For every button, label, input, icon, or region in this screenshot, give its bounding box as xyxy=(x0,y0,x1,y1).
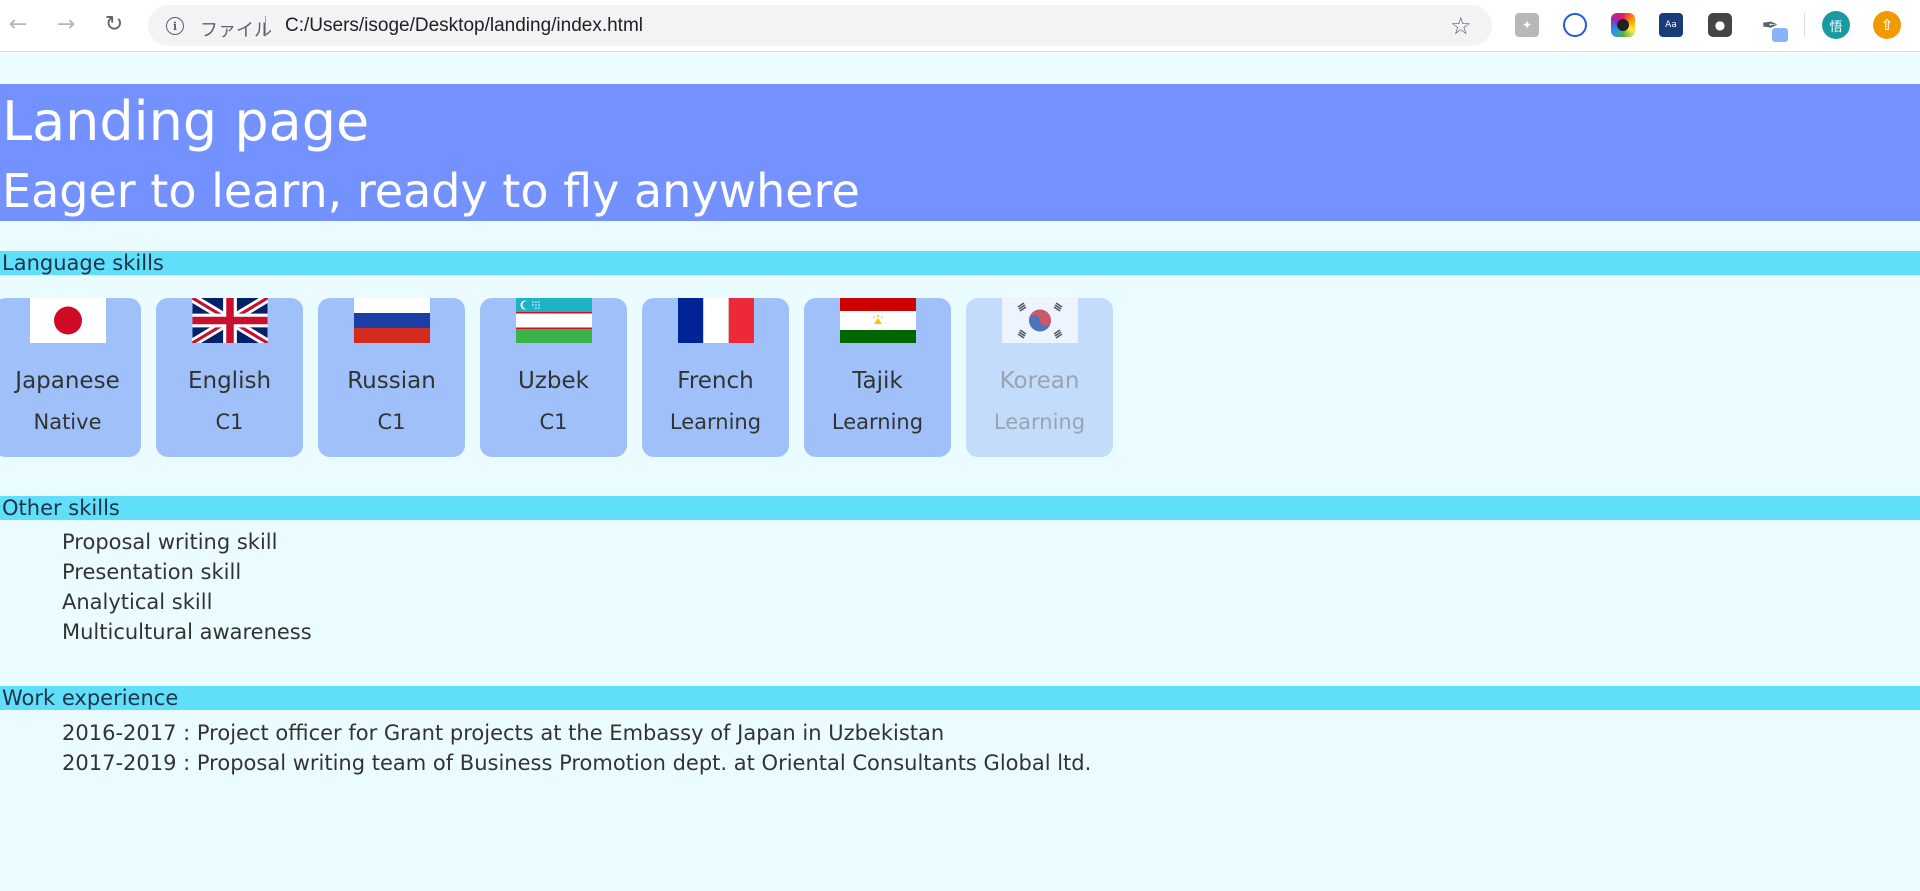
list-item: Analytical skill xyxy=(62,590,213,614)
tajikistan-flag-icon xyxy=(840,298,916,343)
section-work-experience: Work experience xyxy=(0,686,1920,710)
browser-toolbar: ← → ↻ i ファイル C:/Users/isoge/Desktop/land… xyxy=(0,0,1920,52)
language-level: C1 xyxy=(377,410,406,434)
language-name: Korean xyxy=(999,368,1080,394)
language-card: Tajik Learning xyxy=(804,298,951,457)
language-card: Uzbek C1 xyxy=(480,298,627,457)
bookmark-star-icon[interactable]: ☆ xyxy=(1450,12,1472,40)
language-name: Japanese xyxy=(15,368,120,394)
language-level: C1 xyxy=(215,410,244,434)
list-item: Proposal writing skill xyxy=(62,530,278,554)
address-separator xyxy=(265,16,266,36)
forward-arrow-icon[interactable]: → xyxy=(54,12,78,37)
language-name: Russian xyxy=(347,368,436,394)
language-card: French Learning xyxy=(642,298,789,457)
list-item: 2016-2017 : Project officer for Grant pr… xyxy=(62,721,945,745)
uk-flag-icon xyxy=(192,298,268,343)
list-item: Presentation skill xyxy=(62,560,242,584)
update-arrow-icon[interactable]: ⇧ xyxy=(1873,11,1901,39)
info-icon[interactable]: i xyxy=(166,17,184,35)
language-name: English xyxy=(187,368,272,394)
address-bar[interactable]: i ファイル C:/Users/isoge/Desktop/landing/in… xyxy=(148,5,1492,46)
language-name: Tajik xyxy=(852,368,903,394)
section-language-skills: Language skills xyxy=(0,251,1920,275)
language-card: Japanese Native xyxy=(0,298,141,457)
section-heading: Work experience xyxy=(2,686,179,710)
language-card: Russian C1 xyxy=(318,298,465,457)
language-name: Uzbek xyxy=(518,368,589,394)
profile-avatar[interactable]: 悟 xyxy=(1822,11,1850,39)
russia-flag-icon xyxy=(354,298,430,343)
toolbar-divider xyxy=(1804,13,1805,37)
japan-flag-icon xyxy=(30,298,106,343)
dictionary-extension-icon[interactable]: Aa xyxy=(1659,13,1683,37)
language-level: Learning xyxy=(669,410,762,434)
language-level: C1 xyxy=(539,410,568,434)
korea-flag-icon xyxy=(1002,298,1078,343)
color-extension-icon[interactable] xyxy=(1611,13,1635,37)
language-card: English C1 xyxy=(156,298,303,457)
pdf-extension-icon[interactable]: ✦ xyxy=(1515,13,1539,37)
address-scheme-label: ファイル xyxy=(200,20,272,41)
work-experience-list: 2016-2017 : Project officer for Grant pr… xyxy=(62,718,1091,778)
language-card: Korean Learning xyxy=(966,298,1113,457)
extension-badge xyxy=(1772,28,1788,42)
list-item: Multicultural awareness xyxy=(62,620,312,644)
language-level: Learning xyxy=(831,410,924,434)
other-skills-list: Proposal writing skill Presentation skil… xyxy=(62,527,312,647)
section-heading: Other skills xyxy=(2,496,120,520)
url-text[interactable]: C:/Users/isoge/Desktop/landing/index.htm… xyxy=(285,15,643,37)
lightbulb-extension-icon[interactable]: ● xyxy=(1708,13,1732,37)
page-title: Landing page xyxy=(2,90,370,153)
sync-extension-icon[interactable] xyxy=(1563,13,1587,37)
reload-icon[interactable]: ↻ xyxy=(102,12,126,37)
uzbekistan-flag-icon xyxy=(516,298,592,343)
page-subtitle: Eager to learn, ready to fly anywhere xyxy=(2,164,860,218)
back-arrow-icon[interactable]: ← xyxy=(6,12,30,37)
section-other-skills: Other skills xyxy=(0,496,1920,520)
language-level: Learning xyxy=(993,410,1086,434)
france-flag-icon xyxy=(678,298,754,343)
page-content: Landing page Eager to learn, ready to fl… xyxy=(0,53,1920,891)
list-item: 2017-2019 : Proposal writing team of Bus… xyxy=(62,751,1092,775)
language-level: Native xyxy=(33,410,102,434)
hero-banner: Landing page Eager to learn, ready to fl… xyxy=(0,84,1920,221)
language-name: French xyxy=(677,368,754,394)
section-heading: Language skills xyxy=(2,251,164,275)
